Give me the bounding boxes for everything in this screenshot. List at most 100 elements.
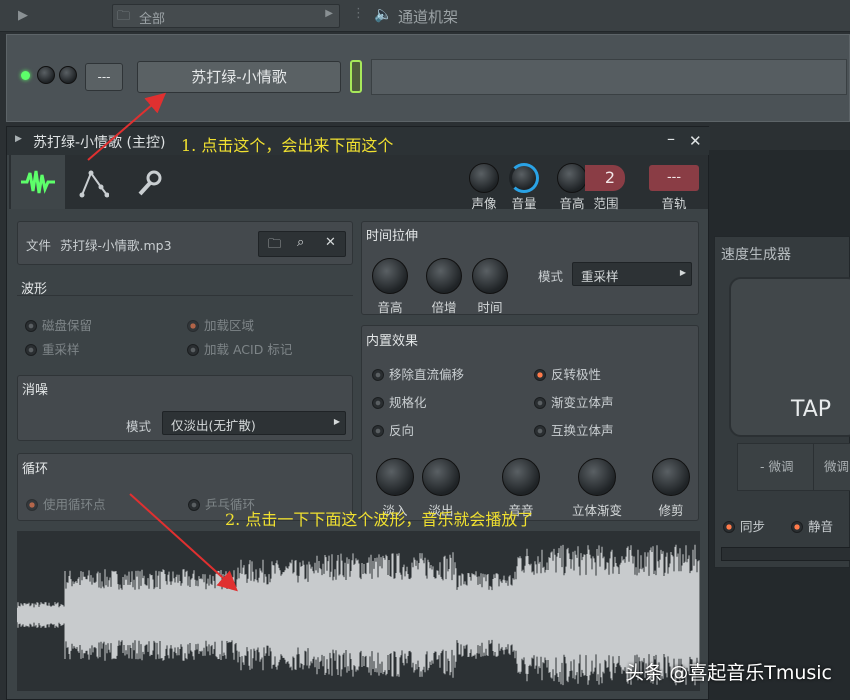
channel-volume-knob[interactable] xyxy=(59,66,77,84)
chevron-right-icon: ▶ xyxy=(333,417,340,426)
resample-label: 重采样 xyxy=(42,342,80,357)
stretch-multiply-label: 倍增 xyxy=(431,300,457,315)
reverse-option[interactable]: 反向 xyxy=(372,420,414,439)
trim-knob[interactable] xyxy=(652,458,690,496)
file-panel: 文件 苏打绿-小情歌.mp3 🗀 ⌕ ✕ xyxy=(17,221,353,265)
browser-icon[interactable]: ⌕ xyxy=(297,235,304,250)
resample-option[interactable]: 重采样 xyxy=(25,339,80,358)
use-loop-points-option[interactable]: 使用循环点 xyxy=(26,494,106,513)
fade-in-knob[interactable] xyxy=(376,458,414,496)
folder-icon: 🗀 xyxy=(117,9,131,24)
stretch-mode-dropdown[interactable]: 重采样 ▶ xyxy=(572,262,692,286)
volume-label: 音量 xyxy=(511,196,537,211)
play-arrow-icon[interactable]: ▶ xyxy=(18,8,28,23)
swap-stereo-label: 互换立体声 xyxy=(551,423,614,438)
filter-dropdown[interactable]: 🗀 全部 ▶ xyxy=(112,4,340,28)
pitch-label: 音高 xyxy=(559,196,585,211)
nudge-down-button[interactable]: - 微调 xyxy=(737,443,815,491)
file-buttons: 🗀 ⌕ ✕ xyxy=(258,231,346,257)
channel-number[interactable]: --- xyxy=(85,63,123,91)
stretch-time-knob[interactable] xyxy=(472,258,508,294)
expand-arrow-icon[interactable]: ▶ xyxy=(15,134,22,144)
time-stretch-title: 时间拉伸 xyxy=(366,229,419,244)
open-folder-icon[interactable]: 🗀 xyxy=(268,235,281,257)
track-label: 音轨 xyxy=(661,196,687,211)
waveform-graph xyxy=(17,544,700,686)
tap-label: TAP xyxy=(791,397,832,422)
waveform-display[interactable] xyxy=(17,531,700,691)
stretch-mode-label: 模式 xyxy=(538,269,564,284)
stereo-shift-knob[interactable] xyxy=(578,458,616,496)
tab-sample[interactable] xyxy=(11,155,65,209)
range-label: 范围 xyxy=(593,196,619,211)
declick-panel: 消噪 模式 仅淡出(无扩散) ▶ xyxy=(17,375,353,441)
tempo-tapper-title: 速度生成器 xyxy=(721,247,791,263)
disk-keep-label: 磁盘保留 xyxy=(42,318,93,333)
channel-select-indicator[interactable] xyxy=(350,60,362,93)
pan-knob[interactable] xyxy=(469,163,499,193)
stereo-shift-label: 立体渐变 xyxy=(571,503,622,518)
fade-stereo-option[interactable]: 渐变立体声 xyxy=(534,392,614,411)
declick-title: 消噪 xyxy=(22,383,49,398)
volume-knob[interactable] xyxy=(509,163,539,193)
crossfade-knob[interactable] xyxy=(502,458,540,496)
nudge-up-button[interactable]: 微调 xyxy=(813,443,850,491)
remove-dc-label: 移除直流偏移 xyxy=(389,367,465,382)
stretch-multiply-knob[interactable] xyxy=(426,258,462,294)
sampler-window: ▶ 苏打绿-小情歌 (主控) – ✕ 声像 音量 音高 2 范围 --- 音轨 … xyxy=(6,126,710,700)
stretch-time-label: 时间 xyxy=(477,300,503,315)
tempo-bar[interactable] xyxy=(721,547,850,561)
divider xyxy=(17,295,353,296)
remove-dc-option[interactable]: 移除直流偏移 xyxy=(372,364,464,383)
normalize-option[interactable]: 规格化 xyxy=(372,392,427,411)
sync-option[interactable]: 同步 xyxy=(723,516,765,535)
reverse-polarity-label: 反转极性 xyxy=(551,367,602,382)
minimize-button[interactable]: – xyxy=(667,129,675,148)
acid-markers-label: 加载 ACID 标记 xyxy=(204,342,293,357)
mute-option[interactable]: 静音 xyxy=(791,516,833,535)
annotation-step-2: 2. 点击一下下面这个波形，音乐就会播放了 xyxy=(225,510,534,529)
reverse-polarity-option[interactable]: 反转极性 xyxy=(534,364,601,383)
waveform-tab-icon xyxy=(21,170,55,194)
track-value[interactable]: --- xyxy=(649,165,699,191)
tempo-tapper-panel: 速度生成器 TAP - 微调 微调 同步 静音 xyxy=(714,236,850,568)
tab-bar: 声像 音量 音高 2 范围 --- 音轨 xyxy=(9,155,708,211)
range-value[interactable]: 2 xyxy=(585,165,625,191)
step-sequencer-area[interactable] xyxy=(371,59,847,95)
load-region-label: 加载区域 xyxy=(204,318,255,333)
channel-name-button[interactable]: 苏打绿-小情歌 xyxy=(137,61,341,93)
acid-markers-option[interactable]: 加载 ACID 标记 xyxy=(187,339,292,358)
declick-mode-value: 仅淡出(无扩散) xyxy=(171,418,256,433)
annotation-step-1: 1. 点击这个，会出来下面这个 xyxy=(181,136,394,155)
close-button[interactable]: ✕ xyxy=(689,132,702,150)
channel-rack: --- 苏打绿-小情歌 xyxy=(6,34,850,122)
stretch-mode-value: 重采样 xyxy=(581,269,619,284)
speaker-icon: 🔈 xyxy=(374,5,393,23)
channel-led[interactable] xyxy=(21,71,30,80)
stretch-pitch-label: 音高 xyxy=(377,300,403,315)
stretch-pitch-knob[interactable] xyxy=(372,258,408,294)
file-name: 苏打绿-小情歌.mp3 xyxy=(60,238,172,253)
sync-label: 同步 xyxy=(740,519,766,534)
effects-title: 内置效果 xyxy=(366,334,419,349)
pan-label: 声像 xyxy=(471,196,497,211)
envelope-tab-icon[interactable] xyxy=(79,169,109,199)
channel-pan-knob[interactable] xyxy=(37,66,55,84)
watermark: 头条 @喜起音乐Tmusic xyxy=(625,662,832,684)
disk-keep-option[interactable]: 磁盘保留 xyxy=(25,315,92,334)
swap-stereo-option[interactable]: 互换立体声 xyxy=(534,420,614,439)
chevron-right-icon: ▶ xyxy=(325,8,333,19)
pitch-knob[interactable] xyxy=(557,163,587,193)
top-bar: ▶ 🗀 全部 ▶ ⋮ 🔈 通道机架 xyxy=(0,0,850,32)
remove-file-icon[interactable]: ✕ xyxy=(325,235,336,250)
declick-mode-dropdown[interactable]: 仅淡出(无扩散) ▶ xyxy=(162,411,346,435)
file-label: 文件 xyxy=(26,238,52,253)
drag-handle-icon[interactable]: ⋮ xyxy=(352,6,365,21)
tap-pad[interactable]: TAP xyxy=(729,277,850,437)
filter-label: 全部 xyxy=(139,12,166,27)
wrench-tab-icon[interactable] xyxy=(137,169,163,197)
fade-out-knob[interactable] xyxy=(422,458,460,496)
chevron-right-icon: ▶ xyxy=(679,268,686,277)
load-region-option[interactable]: 加载区域 xyxy=(187,315,254,334)
fade-stereo-label: 渐变立体声 xyxy=(551,395,614,410)
